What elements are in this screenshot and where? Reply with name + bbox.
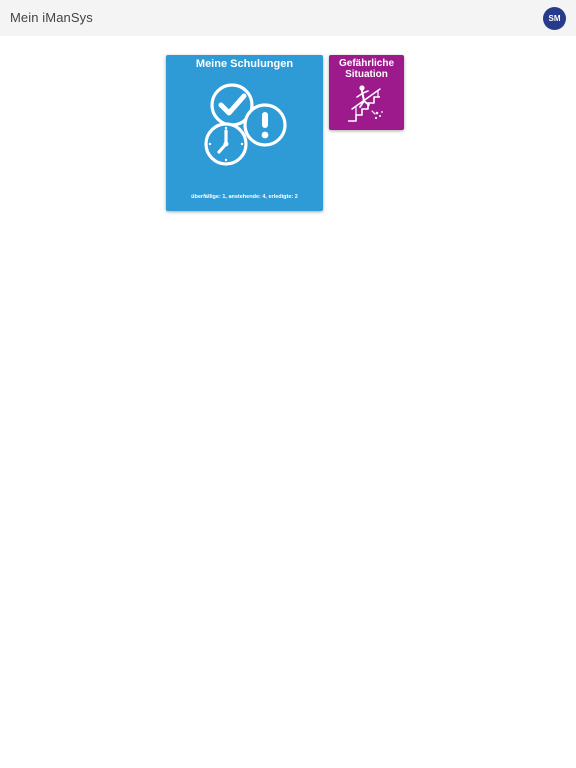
app-title: Mein iManSys — [10, 10, 93, 25]
tile-title: Gefährliche Situation — [338, 58, 395, 80]
training-status-icon — [204, 83, 287, 166]
tile-hazardous-situation[interactable]: Gefährliche Situation — [329, 55, 404, 130]
app-header: Mein iManSys SM — [0, 0, 576, 36]
user-avatar[interactable]: SM — [543, 7, 566, 30]
tile-my-trainings[interactable]: Meine Schulungen überfällige: 1, anstehe… — [166, 55, 323, 211]
avatar-initials: SM — [548, 14, 561, 23]
tile-title: Meine Schulungen — [195, 58, 294, 70]
hazard-stairs-icon — [348, 85, 383, 122]
tile-status-summary: überfällige: 1, anstehende: 4, erledigte… — [191, 194, 298, 200]
